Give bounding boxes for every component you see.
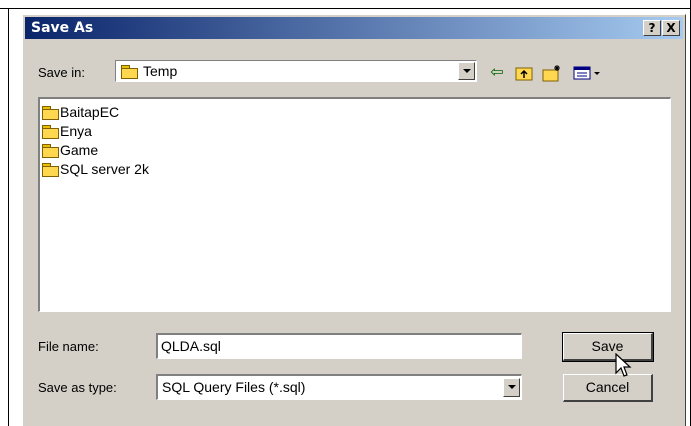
file-name: SQL server 2k xyxy=(60,161,149,178)
file-name-field[interactable]: QLDA.sql xyxy=(156,333,522,359)
save-as-type-value: SQL Query Files (*.sql) xyxy=(162,379,306,395)
file-name-label: File name: xyxy=(38,339,99,354)
file-name: Game xyxy=(60,142,99,159)
new-folder-icon[interactable] xyxy=(541,61,563,83)
folder-icon xyxy=(42,162,59,177)
up-folder-icon[interactable] xyxy=(513,61,535,83)
page-frame-top xyxy=(0,0,691,9)
save-in-label: Save in: xyxy=(38,65,85,80)
save-as-dialog: Save As ? X Save in: Temp ⇦ BaitapEC Eny… xyxy=(22,14,686,426)
chevron-down-icon[interactable] xyxy=(458,62,475,80)
save-as-type-dropdown[interactable]: SQL Query Files (*.sql) xyxy=(156,374,522,400)
list-item[interactable]: SQL server 2k xyxy=(42,160,149,178)
view-menu-icon[interactable] xyxy=(571,61,605,83)
save-as-type-label: Save as type: xyxy=(38,380,117,395)
dialog-title: Save As xyxy=(31,20,94,36)
back-icon[interactable]: ⇦ xyxy=(486,61,508,83)
list-item[interactable]: Enya xyxy=(42,122,92,140)
file-list[interactable]: BaitapEC Enya Game SQL server 2k xyxy=(38,97,671,312)
file-name: Enya xyxy=(60,123,92,140)
save-button[interactable]: Save xyxy=(562,332,654,362)
mouse-cursor-icon xyxy=(615,353,632,377)
folder-icon xyxy=(121,65,138,79)
save-in-value: Temp xyxy=(143,63,178,79)
file-name-value: QLDA.sql xyxy=(161,338,221,354)
cancel-button[interactable]: Cancel xyxy=(563,374,653,402)
chevron-down-icon[interactable] xyxy=(503,378,520,397)
folder-icon xyxy=(42,143,59,158)
folder-icon xyxy=(42,124,59,139)
help-button[interactable]: ? xyxy=(643,20,661,36)
title-bar[interactable]: Save As ? X xyxy=(25,17,683,39)
list-item[interactable]: BaitapEC xyxy=(42,103,119,121)
close-button[interactable]: X xyxy=(662,20,680,36)
file-name: BaitapEC xyxy=(60,104,120,121)
save-in-dropdown[interactable]: Temp xyxy=(115,60,477,82)
folder-icon xyxy=(42,105,59,120)
page-frame-left xyxy=(8,8,9,426)
list-item[interactable]: Game xyxy=(42,141,98,159)
